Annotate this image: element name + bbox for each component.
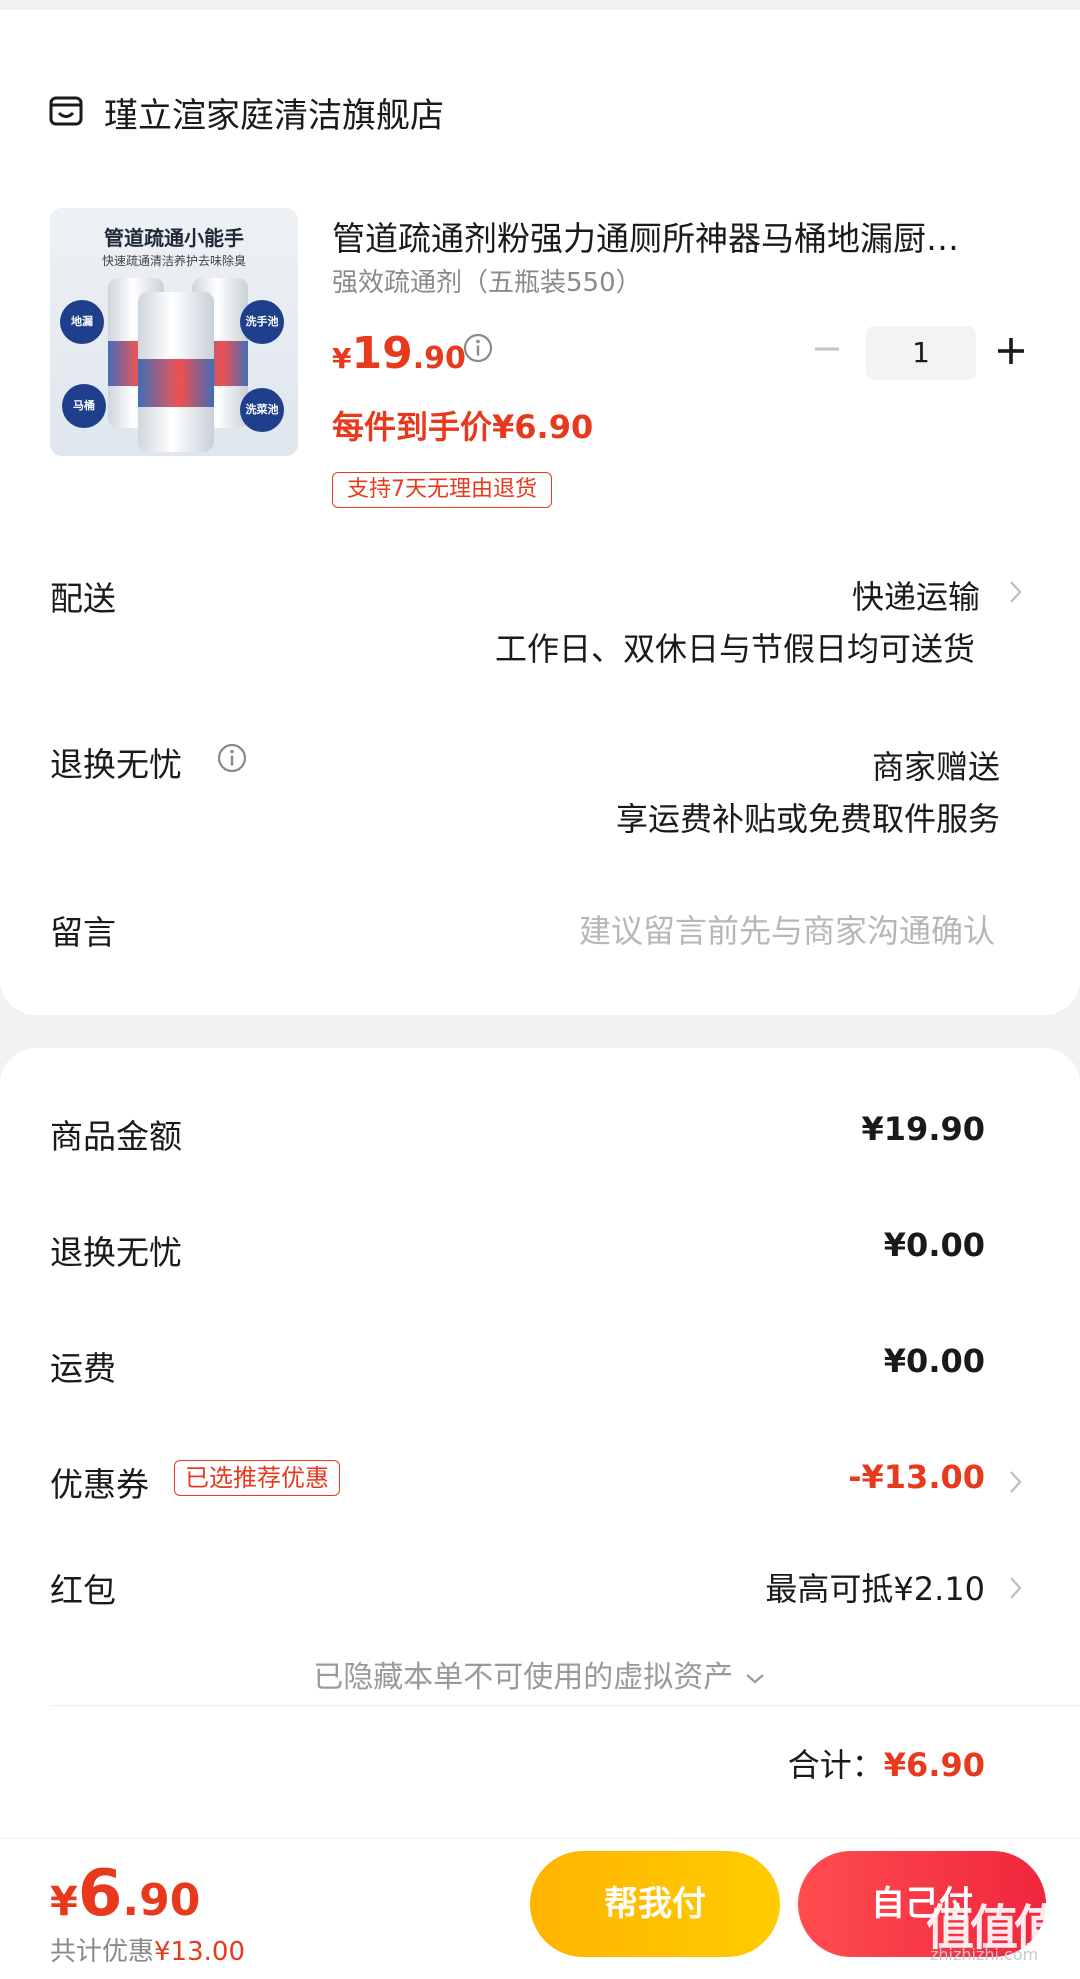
delivery-label: 配送 bbox=[50, 579, 116, 618]
store-name[interactable]: 瑾立渲家庭清洁旗舰店 bbox=[104, 88, 444, 137]
redpacket-value[interactable]: 最高可抵¥2.10 bbox=[765, 1564, 985, 1610]
pay-integer: 6 bbox=[77, 1857, 123, 1931]
product-thumbnail[interactable]: 管道疏通小能手 快速疏通清洁养护去味除臭 地漏 洗手池 马桶 洗菜池 bbox=[50, 208, 298, 456]
thumbnail-subtitle: 快速疏通清洁养护去味除臭 bbox=[101, 254, 246, 268]
return-service-detail: 享运费补贴或免费取件服务 bbox=[615, 800, 1000, 838]
chevron-right-icon[interactable] bbox=[1008, 578, 1024, 606]
chevron-right-icon[interactable] bbox=[1008, 1468, 1024, 1496]
info-icon[interactable] bbox=[462, 332, 494, 364]
per-item-price: 每件到手价¥6.90 bbox=[332, 408, 594, 446]
info-icon[interactable] bbox=[216, 742, 248, 774]
thumbnail-label: 洗菜池 bbox=[240, 388, 284, 432]
redpacket-label: 红包 bbox=[50, 1571, 116, 1610]
product-title[interactable]: 管道疏通剂粉强力通厕所神器马桶地漏厨… bbox=[332, 212, 1022, 260]
message-label: 留言 bbox=[50, 913, 116, 952]
pay-decimal: .90 bbox=[122, 1875, 201, 1926]
unit-price: ¥19.90 bbox=[332, 328, 466, 379]
coupon-label: 优惠券 bbox=[50, 1465, 149, 1504]
goods-amount-label: 商品金额 bbox=[50, 1117, 182, 1156]
hidden-assets-label: 已隐藏本单不可使用的虚拟资产 bbox=[313, 1660, 734, 1695]
increase-quantity-icon[interactable] bbox=[996, 336, 1026, 366]
decrease-quantity-icon[interactable] bbox=[812, 334, 842, 364]
shipping-value: ¥0.00 bbox=[883, 1342, 985, 1380]
pay-amount: ¥6.90 bbox=[50, 1857, 200, 1931]
watermark-site: zhizhizhi.com bbox=[930, 1945, 1039, 1964]
return-fee-label: 退换无忧 bbox=[50, 1233, 182, 1272]
shipping-label: 运费 bbox=[50, 1349, 116, 1388]
hidden-assets-toggle[interactable]: 已隐藏本单不可使用的虚拟资产 bbox=[0, 1652, 1080, 1696]
price-integer: 19 bbox=[351, 328, 413, 379]
chevron-right-icon[interactable] bbox=[1008, 1574, 1024, 1602]
quantity-stepper[interactable]: 1 bbox=[866, 326, 976, 380]
order-total: 合计：¥6.90 bbox=[788, 1740, 985, 1786]
pay-currency: ¥ bbox=[50, 1879, 78, 1925]
store-icon bbox=[49, 96, 83, 126]
return-fee-value: ¥0.00 bbox=[883, 1226, 985, 1264]
return-service-label: 退换无忧 bbox=[50, 745, 182, 784]
thumbnail-label: 地漏 bbox=[60, 300, 104, 344]
order-item-card: 瑾立渲家庭清洁旗舰店 管道疏通小能手 快速疏通清洁养护去味除臭 地漏 洗手池 马… bbox=[0, 10, 1080, 1015]
thumbnail-title: 管道疏通小能手 bbox=[104, 226, 244, 250]
saved-value: ¥13.00 bbox=[154, 1937, 245, 1967]
saved-label: 共计优惠 bbox=[50, 1937, 155, 1967]
product-variant[interactable]: 强效疏通剂（五瓶装550） bbox=[332, 262, 642, 299]
return-service-value: 商家赠送 bbox=[871, 748, 1000, 786]
help-me-pay-button[interactable]: 帮我付 bbox=[530, 1851, 780, 1957]
message-input[interactable]: 建议留言前先与商家沟通确认 bbox=[579, 906, 995, 952]
thumbnail-label: 马桶 bbox=[62, 384, 106, 428]
total-value: ¥6.90 bbox=[883, 1746, 985, 1784]
total-saved: 共计优惠¥13.00 bbox=[50, 1931, 245, 1968]
delivery-detail: 工作日、双休日与节假日均可送货 bbox=[494, 630, 975, 668]
coupon-badge: 已选推荐优惠 bbox=[174, 1460, 340, 1496]
chevron-down-icon bbox=[746, 1673, 764, 1683]
total-label: 合计： bbox=[787, 1746, 884, 1784]
divider bbox=[50, 1705, 1080, 1706]
checkout-bar: ¥6.90 共计优惠¥13.00 帮我付 自己付 bbox=[0, 1838, 1080, 1979]
return-policy-tag: 支持7天无理由退货 bbox=[332, 472, 552, 508]
coupon-value[interactable]: -¥13.00 bbox=[848, 1458, 985, 1496]
delivery-method[interactable]: 快递运输 bbox=[852, 572, 980, 618]
price-decimal: .90 bbox=[412, 341, 466, 376]
price-currency: ¥ bbox=[332, 342, 352, 375]
goods-amount-value: ¥19.90 bbox=[861, 1110, 985, 1148]
bottle-image bbox=[138, 292, 214, 452]
thumbnail-label: 洗手池 bbox=[240, 300, 284, 344]
order-summary-card bbox=[0, 1048, 1080, 1838]
